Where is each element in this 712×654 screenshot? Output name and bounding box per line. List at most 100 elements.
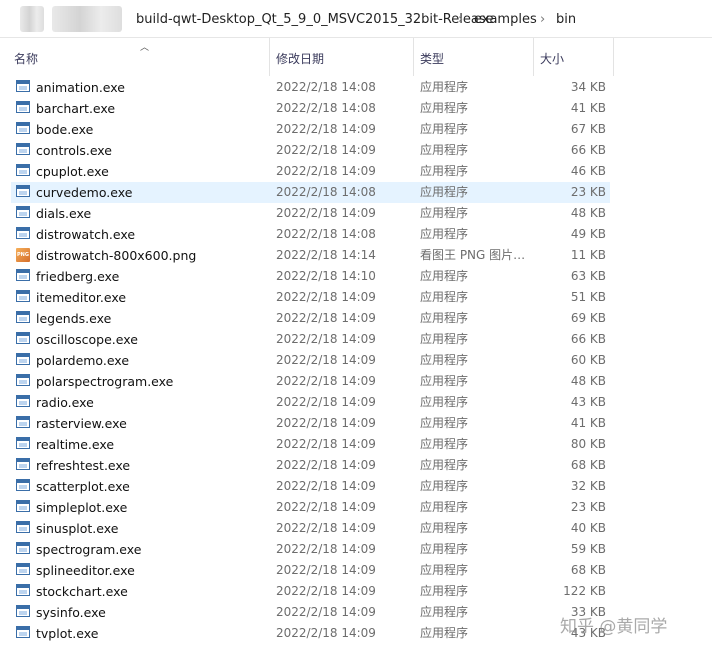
file-date: 2022/2/18 14:08 — [276, 185, 376, 199]
file-name: tvplot.exe — [36, 626, 99, 641]
file-size: 80 KB — [570, 437, 606, 451]
file-size: 48 KB — [570, 206, 606, 220]
file-size: 59 KB — [570, 542, 606, 556]
breadcrumb-item-bin[interactable]: bin — [556, 12, 576, 27]
file-row[interactable]: scatterplot.exe 2022/2/18 14:09 应用程序 32 KB — [11, 476, 610, 497]
blurred-path-segment — [52, 6, 122, 32]
exe-file-icon — [16, 122, 30, 134]
file-row[interactable]: curvedemo.exe 2022/2/18 14:08 应用程序 23 KB — [11, 182, 610, 203]
file-date: 2022/2/18 14:09 — [276, 458, 376, 472]
file-row[interactable]: rasterview.exe 2022/2/18 14:09 应用程序 41 KB — [11, 413, 610, 434]
column-header-name[interactable]: 名称 ︿ — [8, 38, 270, 76]
file-name: cpuplot.exe — [36, 164, 109, 179]
file-size: 41 KB — [570, 101, 606, 115]
exe-file-icon — [16, 269, 30, 281]
exe-file-icon — [16, 206, 30, 218]
file-row[interactable]: itemeditor.exe 2022/2/18 14:09 应用程序 51 KB — [11, 287, 610, 308]
exe-file-icon — [16, 521, 30, 533]
file-name: simpleplot.exe — [36, 500, 128, 515]
file-row[interactable]: polardemo.exe 2022/2/18 14:09 应用程序 60 KB — [11, 350, 610, 371]
file-row[interactable]: sinusplot.exe 2022/2/18 14:09 应用程序 40 KB — [11, 518, 610, 539]
file-date: 2022/2/18 14:09 — [276, 563, 376, 577]
file-row[interactable]: radio.exe 2022/2/18 14:09 应用程序 43 KB — [11, 392, 610, 413]
file-type: 应用程序 — [420, 80, 469, 94]
file-name: spectrogram.exe — [36, 542, 142, 557]
column-header-row: 名称 ︿ 修改日期 类型 大小 — [0, 38, 712, 76]
file-row[interactable]: realtime.exe 2022/2/18 14:09 应用程序 80 KB — [11, 434, 610, 455]
file-date: 2022/2/18 14:09 — [276, 542, 376, 556]
exe-file-icon — [16, 416, 30, 428]
file-date: 2022/2/18 14:10 — [276, 269, 376, 283]
file-name: sysinfo.exe — [36, 605, 106, 620]
exe-file-icon — [16, 332, 30, 344]
file-row[interactable]: polarspectrogram.exe 2022/2/18 14:09 应用程序 4… — [11, 371, 610, 392]
exe-file-icon — [16, 479, 30, 491]
file-size: 49 KB — [570, 227, 606, 241]
column-header-date[interactable]: 修改日期 — [270, 38, 414, 76]
exe-file-icon — [16, 437, 30, 449]
exe-file-icon — [16, 164, 30, 176]
file-row[interactable]: refreshtest.exe 2022/2/18 14:09 应用程序 68 KB — [11, 455, 610, 476]
file-row[interactable]: controls.exe 2022/2/18 14:09 应用程序 66 KB — [11, 140, 610, 161]
exe-file-icon — [16, 563, 30, 575]
file-name: legends.exe — [36, 311, 112, 326]
file-date: 2022/2/18 14:09 — [276, 626, 376, 640]
file-row[interactable]: simpleplot.exe 2022/2/18 14:09 应用程序 23 KB — [11, 497, 610, 518]
file-row[interactable]: oscilloscope.exe 2022/2/18 14:09 应用程序 66 KB — [11, 329, 610, 350]
file-date: 2022/2/18 14:09 — [276, 395, 376, 409]
file-row[interactable]: animation.exe 2022/2/18 14:08 应用程序 34 KB — [11, 77, 610, 98]
exe-file-icon — [16, 353, 30, 365]
file-row[interactable]: bode.exe 2022/2/18 14:09 应用程序 67 KB — [11, 119, 610, 140]
file-size: 69 KB — [570, 311, 606, 325]
file-name: curvedemo.exe — [36, 185, 133, 200]
file-row[interactable]: stockchart.exe 2022/2/18 14:09 应用程序 122 KB — [11, 581, 610, 602]
column-header-size-label: 大小 — [540, 52, 565, 66]
file-size: 40 KB — [570, 521, 606, 535]
file-name: polarspectrogram.exe — [36, 374, 174, 389]
file-type: 应用程序 — [420, 374, 469, 388]
exe-file-icon — [16, 185, 30, 197]
file-type: 应用程序 — [420, 521, 469, 535]
file-row[interactable]: distrowatch.exe 2022/2/18 14:08 应用程序 49 KB — [11, 224, 610, 245]
file-size: 60 KB — [570, 353, 606, 367]
file-row[interactable]: tvplot.exe 2022/2/18 14:09 应用程序 43 KB — [11, 623, 610, 644]
file-row[interactable]: sysinfo.exe 2022/2/18 14:09 应用程序 33 KB — [11, 602, 610, 623]
file-type: 应用程序 — [420, 227, 469, 241]
file-row[interactable]: friedberg.exe 2022/2/18 14:10 应用程序 63 KB — [11, 266, 610, 287]
file-size: 68 KB — [570, 563, 606, 577]
file-row[interactable]: dials.exe 2022/2/18 14:09 应用程序 48 KB — [11, 203, 610, 224]
breadcrumb-item-build-folder[interactable]: build-qwt-Desktop_Qt_5_9_0_MSVC2015_32bi… — [136, 12, 494, 27]
file-name: distrowatch-800x600.png — [36, 248, 197, 263]
exe-file-icon — [16, 374, 30, 386]
exe-file-icon — [16, 605, 30, 617]
exe-file-icon — [16, 500, 30, 512]
file-row[interactable]: splineeditor.exe 2022/2/18 14:09 应用程序 68 KB — [11, 560, 610, 581]
file-row[interactable]: spectrogram.exe 2022/2/18 14:09 应用程序 59 KB — [11, 539, 610, 560]
png-file-icon: PNG — [16, 248, 30, 262]
file-type: 应用程序 — [420, 416, 469, 430]
exe-file-icon — [16, 395, 30, 407]
blurred-path-segment — [20, 6, 44, 32]
file-size: 23 KB — [570, 185, 606, 199]
file-name: controls.exe — [36, 143, 112, 158]
file-date: 2022/2/18 14:09 — [276, 143, 376, 157]
exe-file-icon — [16, 227, 30, 239]
file-date: 2022/2/18 14:09 — [276, 122, 376, 136]
file-name: friedberg.exe — [36, 269, 120, 284]
file-row[interactable]: cpuplot.exe 2022/2/18 14:09 应用程序 46 KB — [11, 161, 610, 182]
file-row[interactable]: legends.exe 2022/2/18 14:09 应用程序 69 KB — [11, 308, 610, 329]
file-name: stockchart.exe — [36, 584, 128, 599]
file-size: 32 KB — [570, 479, 606, 493]
file-name: scatterplot.exe — [36, 479, 130, 494]
file-row[interactable]: PNG distrowatch-800x600.png 2022/2/18 14:1… — [11, 245, 610, 266]
file-type: 应用程序 — [420, 164, 469, 178]
file-date: 2022/2/18 14:09 — [276, 164, 376, 178]
exe-file-icon — [16, 101, 30, 113]
column-header-size[interactable]: 大小 — [534, 38, 614, 76]
file-row[interactable]: barchart.exe 2022/2/18 14:08 应用程序 41 KB — [11, 98, 610, 119]
file-size: 41 KB — [570, 416, 606, 430]
file-type: 应用程序 — [420, 500, 469, 514]
column-header-type[interactable]: 类型 — [414, 38, 534, 76]
file-type: 应用程序 — [420, 143, 469, 157]
breadcrumb-item-examples[interactable]: examples — [474, 12, 537, 27]
